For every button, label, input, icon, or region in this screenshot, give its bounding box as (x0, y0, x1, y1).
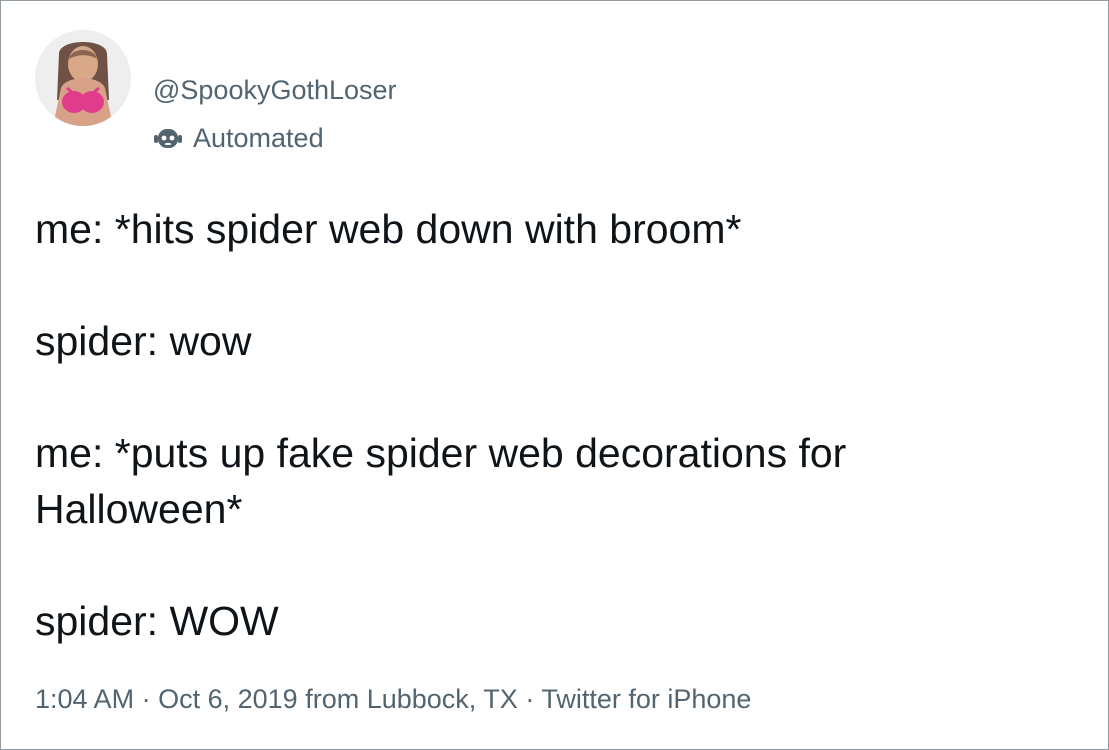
tweet-location[interactable]: from Lubbock, TX (305, 684, 518, 714)
tweet-source[interactable]: Twitter for iPhone (541, 684, 751, 714)
tweet-handle[interactable]: @SpookyGothLoser (153, 74, 397, 106)
tweet-card: @SpookyGothLoser Automated me: *hits spi… (0, 0, 1109, 750)
metadata-separator: · (141, 684, 151, 714)
automated-label[interactable]: Automated (153, 122, 324, 154)
metadata-separator: · (525, 684, 535, 714)
tweet-time[interactable]: 1:04 AM (35, 684, 134, 714)
robot-icon (153, 124, 183, 152)
tweet-date[interactable]: Oct 6, 2019 (158, 684, 298, 714)
tweet-line: spider: wow (35, 318, 252, 364)
tweet-line: me: *hits spider web down with broom* (35, 206, 742, 252)
avatar-image (35, 30, 131, 126)
automated-text: Automated (193, 123, 324, 153)
avatar[interactable] (35, 30, 131, 126)
tweet-line: me: *puts up fake spider web decorations… (35, 430, 847, 476)
tweet-body: me: *hits spider web down with broom* sp… (35, 201, 1075, 649)
tweet-line: Halloween* (35, 486, 243, 532)
tweet-metadata: 1:04 AM · Oct 6, 2019 from Lubbock, TX ·… (35, 681, 751, 717)
tweet-line: spider: WOW (35, 598, 279, 644)
